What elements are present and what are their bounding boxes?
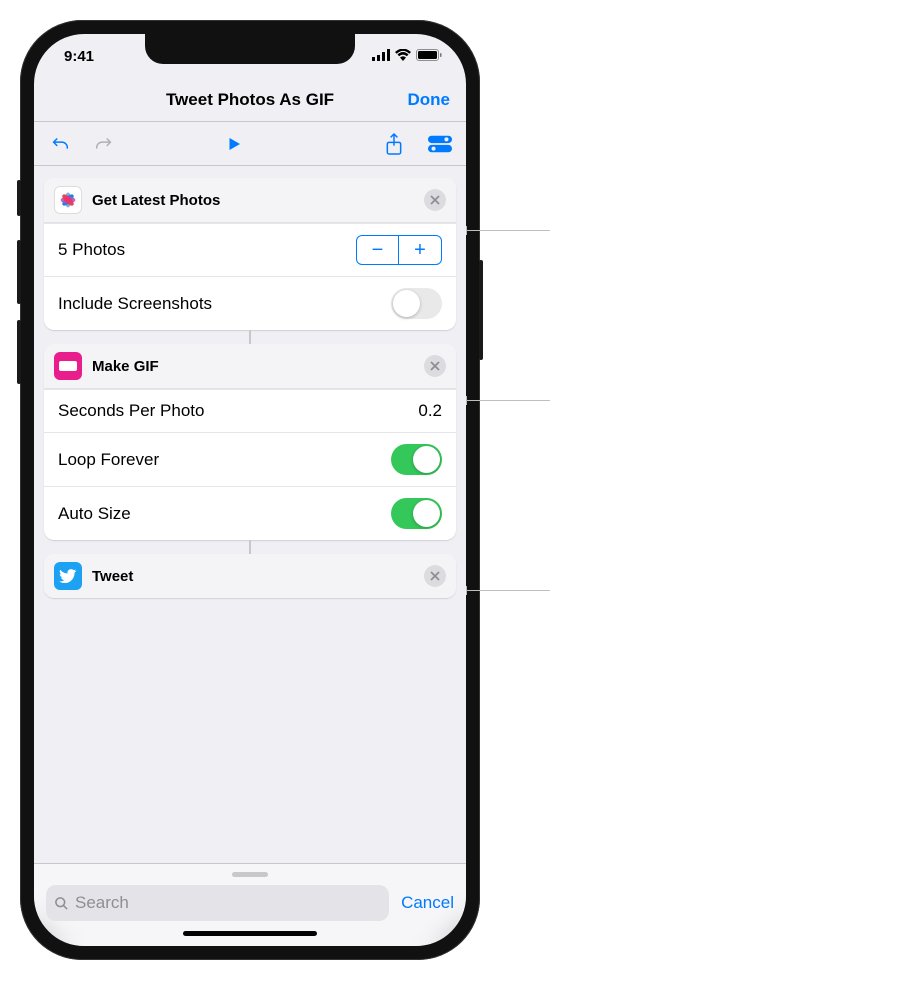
row-label: Seconds Per Photo <box>58 401 204 421</box>
loop-forever-switch[interactable] <box>391 444 442 475</box>
remove-action-button[interactable] <box>424 189 446 211</box>
photos-app-icon <box>54 186 82 214</box>
page-title: Tweet Photos As GIF <box>166 90 334 110</box>
drawer-grabber[interactable] <box>232 872 268 877</box>
action-title: Tweet <box>92 568 424 585</box>
toolbar <box>34 122 466 166</box>
power-button <box>479 260 483 360</box>
action-title: Get Latest Photos <box>92 192 424 209</box>
cellular-icon <box>372 48 390 65</box>
callout-line <box>466 230 550 231</box>
photo-count-row: 5 Photos − + <box>44 223 456 276</box>
action-header[interactable]: Get Latest Photos <box>44 178 456 223</box>
stepper-minus[interactable]: − <box>357 236 399 264</box>
photo-count-stepper[interactable]: − + <box>356 235 442 265</box>
action-card-tweet: Tweet <box>44 554 456 598</box>
action-card-make-gif: Make GIF Seconds Per Photo 0.2 Loop Fore… <box>44 344 456 540</box>
search-input[interactable]: Search <box>46 885 389 921</box>
row-label: Auto Size <box>58 504 131 524</box>
redo-button[interactable] <box>92 132 116 156</box>
stepper-plus[interactable]: + <box>399 236 441 264</box>
actions-list: Get Latest Photos 5 Photos − + Includ <box>34 166 466 863</box>
volume-up-button <box>17 240 21 304</box>
share-button[interactable] <box>382 132 406 156</box>
nav-bar: Tweet Photos As GIF Done <box>34 78 466 122</box>
row-label: Loop Forever <box>58 450 159 470</box>
battery-icon <box>416 48 442 65</box>
search-icon <box>54 896 69 911</box>
play-button[interactable] <box>222 132 246 156</box>
action-header[interactable]: Tweet <box>44 554 456 598</box>
gif-app-icon <box>54 352 82 380</box>
include-screenshots-switch[interactable] <box>391 288 442 319</box>
twitter-app-icon <box>54 562 82 590</box>
cancel-button[interactable]: Cancel <box>401 893 454 913</box>
home-indicator[interactable] <box>183 931 317 936</box>
status-time: 9:41 <box>64 48 94 65</box>
auto-size-row: Auto Size <box>44 486 456 540</box>
loop-forever-row: Loop Forever <box>44 432 456 486</box>
undo-button[interactable] <box>48 132 72 156</box>
bottom-bar: Search Cancel <box>34 863 466 946</box>
row-value: 0.2 <box>418 401 442 421</box>
notch <box>145 34 355 64</box>
action-connector <box>249 330 251 344</box>
row-label: 5 Photos <box>58 240 125 260</box>
done-button[interactable]: Done <box>408 90 451 110</box>
action-card-get-latest-photos: Get Latest Photos 5 Photos − + Includ <box>44 178 456 330</box>
auto-size-switch[interactable] <box>391 498 442 529</box>
row-label: Include Screenshots <box>58 294 212 314</box>
mute-switch <box>17 180 21 216</box>
callout-line <box>466 590 550 591</box>
action-header[interactable]: Make GIF <box>44 344 456 389</box>
volume-down-button <box>17 320 21 384</box>
seconds-per-photo-row[interactable]: Seconds Per Photo 0.2 <box>44 389 456 432</box>
wifi-icon <box>395 48 411 65</box>
callout-line <box>466 400 550 401</box>
include-screenshots-row: Include Screenshots <box>44 276 456 330</box>
phone-frame: 9:41 Tweet Photos As GIF Done <box>20 20 480 960</box>
action-title: Make GIF <box>92 358 424 375</box>
remove-action-button[interactable] <box>424 355 446 377</box>
settings-button[interactable] <box>428 132 452 156</box>
search-placeholder: Search <box>75 893 129 913</box>
action-connector <box>249 540 251 554</box>
remove-action-button[interactable] <box>424 565 446 587</box>
